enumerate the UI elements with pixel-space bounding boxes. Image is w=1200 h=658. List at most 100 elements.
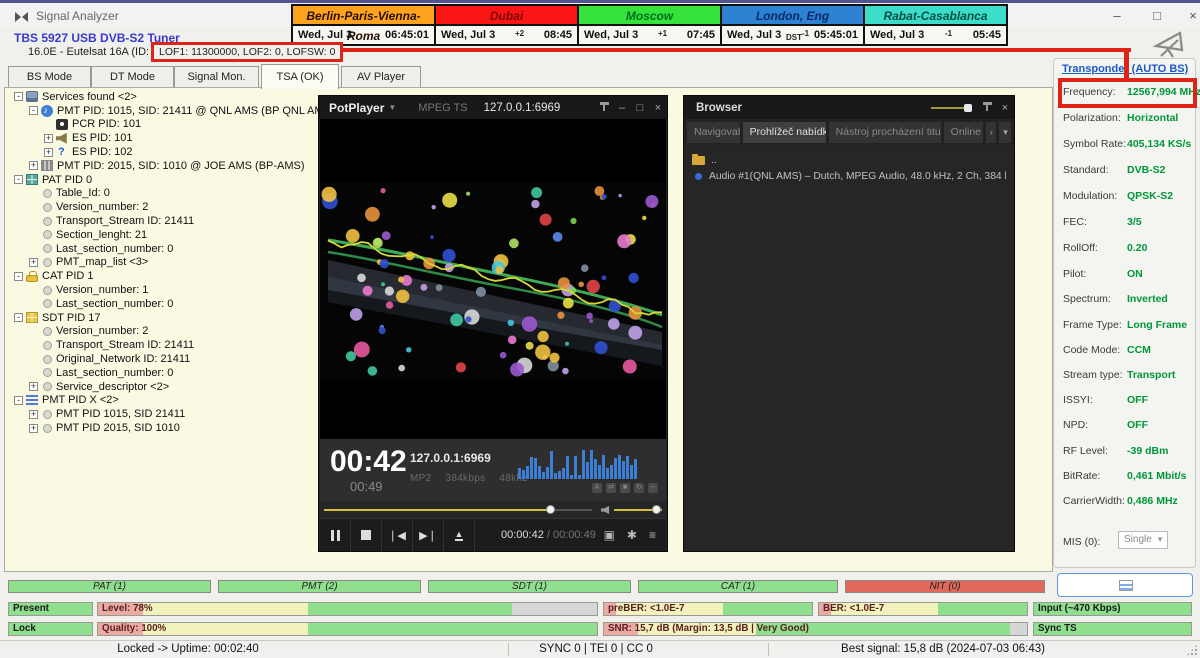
chevron-down-icon[interactable]: ▼ — [388, 103, 396, 112]
tree-item[interactable]: Original_Network ID: 21411 — [10, 352, 310, 366]
leaf-icon — [43, 382, 52, 391]
seek-knob[interactable] — [546, 505, 555, 514]
leaf-icon — [43, 341, 52, 350]
tab-av-player[interactable]: AV Player — [341, 66, 421, 88]
mis-dropdown[interactable]: Single▼ — [1118, 531, 1168, 549]
video-area[interactable] — [320, 119, 666, 439]
tree-item[interactable]: -PMT PID X <2> — [10, 394, 310, 408]
clock-time: 06:45:01 — [385, 29, 429, 41]
tab-subtitle-browser[interactable]: Nástroj procházení titulků — [829, 122, 941, 143]
expander[interactable]: + — [29, 382, 38, 391]
tab-menu-browser[interactable]: Prohlížeč nabídky — [743, 122, 826, 143]
expander[interactable]: - — [14, 92, 23, 101]
tab-bs-mode[interactable]: BS Mode — [8, 66, 91, 88]
potplayer-close-button[interactable]: × — [649, 102, 667, 114]
expander[interactable]: + — [44, 134, 53, 143]
expander[interactable]: + — [29, 410, 38, 419]
eject-button[interactable]: ▲ — [444, 519, 475, 552]
sdt-table-icon — [26, 312, 38, 323]
tree-item[interactable]: Transport_Stream ID: 21411 — [10, 338, 310, 352]
expander[interactable]: - — [29, 106, 38, 115]
potplayer-minimize-button[interactable]: – — [613, 102, 631, 114]
tree-item[interactable]: Table_Id: 0 — [10, 187, 310, 201]
browser-close-button[interactable]: × — [996, 102, 1014, 114]
tree-item[interactable]: Version_number: 2 — [10, 325, 310, 339]
playlist-icon[interactable]: ▣ — [604, 528, 615, 542]
expander[interactable]: - — [14, 175, 23, 184]
parent-folder-item[interactable]: .. — [692, 152, 1006, 168]
volume-icon[interactable] — [601, 506, 610, 514]
previous-button[interactable]: ❘◀ — [382, 519, 413, 552]
close-button[interactable]: × — [1176, 5, 1200, 27]
info-row: RF Level:-39 dBm — [1063, 445, 1193, 459]
volume-slider[interactable] — [614, 509, 662, 511]
scroll-right-icon[interactable]: › — [986, 122, 996, 143]
tree-item[interactable]: -Services found <2> — [10, 90, 310, 104]
tab-navigate[interactable]: Navigovat — [687, 122, 740, 143]
tree-item[interactable]: PCR PID: 101 — [10, 118, 310, 132]
settings-gear-icon[interactable]: ✱ — [627, 528, 637, 542]
seek-bar[interactable] — [324, 509, 592, 511]
tree-item[interactable]: Last_section_number: 0 — [10, 297, 310, 311]
shuffle-icon: ⇄ — [606, 483, 616, 493]
tab-dt-mode[interactable]: DT Mode — [91, 66, 174, 88]
pin-icon[interactable] — [978, 101, 996, 114]
tree-item[interactable]: -SDT PID 17 — [10, 311, 310, 325]
dropdown-icon[interactable]: ▾ — [999, 122, 1011, 143]
tree-item[interactable]: +Service_descriptor <2> — [10, 380, 310, 394]
opacity-slider[interactable] — [931, 107, 969, 109]
tree-item[interactable]: +PMT PID 1015, SID 21411 — [10, 407, 310, 421]
player-mini-toolbar[interactable]: A⇄■↻⌐ — [592, 483, 658, 493]
expander[interactable]: + — [44, 148, 53, 157]
tree-item[interactable]: Transport_Stream ID: 21411 — [10, 214, 310, 228]
info-row: Stream type:Transport — [1063, 369, 1193, 383]
expander[interactable]: + — [29, 258, 38, 267]
tree-item[interactable]: +ES PID: 102 — [10, 145, 310, 159]
resize-grip[interactable] — [1186, 644, 1198, 656]
audio-service-icon — [41, 105, 53, 117]
player-controls: ❘◀ ▶❘ ▲ 00:00:4200:00:49 ▣ ✱ ≡ — [320, 518, 666, 551]
tree-item[interactable]: -PAT PID 0 — [10, 173, 310, 187]
tab-signal-mon[interactable]: Signal Mon. — [174, 66, 259, 88]
window-title: Signal Analyzer — [36, 9, 119, 23]
tree-label: PMT_map_list <3> — [56, 256, 148, 268]
tree-item[interactable]: Last_section_number: 0 — [10, 366, 310, 380]
tree-item[interactable]: Section_lenght: 21 — [10, 228, 310, 242]
tree-item[interactable]: -PMT PID: 1015, SID: 21411 @ QNL AMS (BP… — [10, 104, 310, 118]
tree-item[interactable]: +PMT PID 2015, SID 1010 — [10, 421, 310, 435]
volume-knob[interactable] — [652, 505, 661, 514]
stream-source: 127.0.0.1:6969 — [484, 102, 561, 114]
potplayer-titlebar[interactable]: PotPlayer ▼ MPEG TS 127.0.0.1:6969 – □ × — [319, 96, 667, 119]
clock-london: London, Eng Wed, Jul 3DST-105:45:01 — [722, 6, 863, 44]
tree-item[interactable]: +ES PID: 101 — [10, 131, 310, 145]
next-button[interactable]: ▶❘ — [413, 519, 444, 552]
expander[interactable]: + — [29, 161, 38, 170]
tab-tsa-active[interactable]: TSA (OK) — [261, 64, 339, 89]
tree-item[interactable]: -CAT PID 1 — [10, 269, 310, 283]
expander[interactable]: - — [14, 396, 23, 405]
maximize-button[interactable]: □ — [1140, 5, 1174, 27]
tree-item[interactable]: +PMT PID: 2015, SID: 1010 @ JOE AMS (BP-… — [10, 159, 310, 173]
opacity-knob[interactable] — [964, 104, 972, 112]
browser-titlebar[interactable]: Browser × — [684, 96, 1014, 119]
potplayer-maximize-button[interactable]: □ — [631, 102, 649, 114]
audio-track-item[interactable]: Audio #1(QNL AMS) – Dutch, MPEG Audio, 4… — [692, 168, 1006, 184]
stop-button[interactable] — [351, 519, 382, 552]
tree-item[interactable]: Version_number: 1 — [10, 283, 310, 297]
tree-item[interactable]: + PMT_map_list <3> — [10, 256, 310, 270]
expander[interactable]: - — [14, 272, 23, 281]
tab-online[interactable]: Online — [944, 122, 983, 143]
tree-label: Transport_Stream ID: 21411 — [56, 339, 194, 351]
pause-button[interactable] — [320, 519, 351, 552]
tree-item[interactable]: Last_section_number: 0 — [10, 242, 310, 256]
minimize-button[interactable]: – — [1100, 5, 1134, 27]
tree-label: Last_section_number: 0 — [56, 367, 173, 379]
pin-icon[interactable] — [595, 101, 613, 114]
expander[interactable]: - — [14, 313, 23, 322]
pmt-list-icon — [26, 395, 38, 405]
expander[interactable]: + — [29, 424, 38, 433]
menu-icon[interactable]: ≡ — [649, 528, 656, 542]
stop-after-icon: ■ — [620, 483, 630, 493]
stream-server-button[interactable] — [1057, 573, 1193, 597]
tree-item[interactable]: Version_number: 2 — [10, 200, 310, 214]
